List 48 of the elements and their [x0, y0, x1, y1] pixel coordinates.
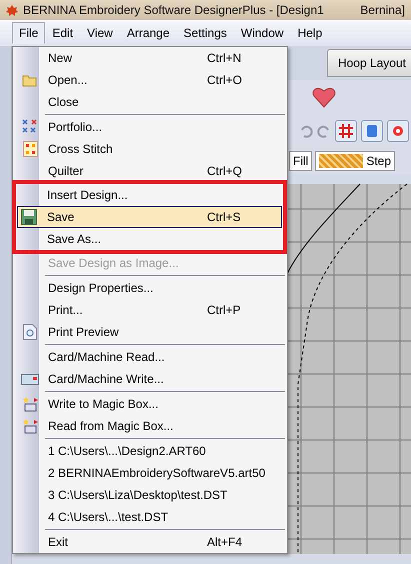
print-preview-icon [23, 324, 37, 340]
menu-item[interactable]: Print Preview [18, 321, 282, 343]
save-icon [21, 209, 37, 225]
stitch-type-button[interactable]: Fill [289, 151, 312, 171]
undo-icon[interactable] [299, 124, 313, 138]
menu-item[interactable]: Design Properties... [18, 277, 282, 299]
machine-icon [21, 372, 39, 386]
menu-title[interactable]: Window [234, 22, 291, 44]
menu-item[interactable]: Portfolio... [18, 116, 282, 138]
menu-item[interactable]: 3 C:\Users\Liza\Desktop\test.DST [18, 484, 282, 506]
magic-box-icon [22, 418, 38, 434]
menu-item[interactable]: Write to Magic Box... [18, 393, 282, 415]
window-title: BERNINA Embroidery Software DesignerPlus - [Design1 [23, 3, 324, 17]
menu-item[interactable]: Print... Ctrl+P [18, 299, 282, 321]
menu-item[interactable]: 4 C:\Users\...\test.DST [18, 506, 282, 528]
window-title: Bernina] [360, 3, 405, 17]
menu-title[interactable]: Arrange [120, 22, 177, 44]
menu-item[interactable]: Exit Alt+F4 [18, 531, 282, 553]
app-logo-icon [6, 4, 18, 16]
folder-icon [22, 74, 38, 86]
menu-item[interactable]: Card/Machine Write... [18, 368, 282, 390]
menu-title[interactable]: File [12, 22, 46, 44]
menu-item[interactable]: Cross Stitch [18, 138, 282, 160]
menu-item[interactable]: Read from Magic Box... [18, 415, 282, 437]
quilt-icon [22, 141, 38, 157]
menu-item[interactable]: Open... Ctrl+O [18, 69, 282, 91]
grid-icon [339, 124, 353, 138]
heart-icon[interactable] [312, 86, 336, 108]
menu-item[interactable]: Save Ctrl+S [17, 206, 282, 228]
menu-title[interactable]: Edit [45, 22, 80, 44]
grid-button[interactable] [335, 120, 357, 142]
stitch-type-button[interactable]: Step [315, 151, 396, 171]
redo-icon[interactable] [317, 124, 331, 138]
menu-item[interactable]: Close [18, 91, 282, 113]
menu-title[interactable]: Settings [176, 22, 234, 44]
menu-item[interactable]: Quilter Ctrl+Q [18, 160, 282, 182]
menu-item[interactable]: Save As... [17, 228, 282, 250]
menu-title[interactable]: View [80, 22, 120, 44]
menu-item[interactable]: Card/Machine Read... [18, 346, 282, 368]
cross-stitch-icon [22, 119, 38, 135]
menu-item[interactable]: Insert Design... [17, 184, 282, 206]
rectangle-icon [366, 124, 378, 138]
menu-item[interactable]: 1 C:\Users\...\Design2.ART60 [18, 440, 282, 462]
hoop-layout-tab[interactable]: Hoop Layout [326, 49, 411, 77]
menu-item[interactable]: New Ctrl+N [18, 47, 282, 69]
menu-item[interactable]: 2 BERNINAEmbroiderySoftwareV5.art50 [18, 462, 282, 484]
menu-title[interactable]: Help [290, 22, 330, 44]
magic-box-icon [22, 396, 38, 412]
